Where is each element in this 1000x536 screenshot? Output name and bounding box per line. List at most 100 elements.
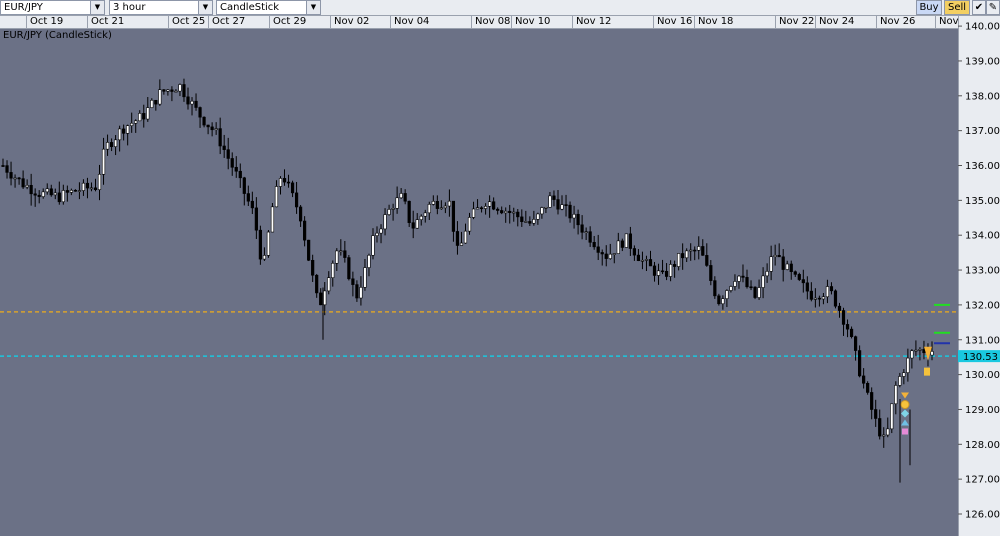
candle-body — [339, 250, 343, 253]
candle-body — [853, 336, 858, 351]
candle-body — [351, 278, 355, 285]
candle-body — [85, 182, 90, 189]
candle-body — [644, 259, 649, 261]
candle-body — [845, 324, 850, 330]
candle-body — [528, 221, 532, 224]
candle-body — [705, 255, 709, 266]
candle-body — [479, 207, 484, 210]
candle-body — [866, 382, 870, 393]
candle-body — [21, 178, 25, 188]
candle-body — [492, 201, 496, 210]
y-tick-label: 128.00 — [965, 440, 1000, 451]
candle-body — [508, 210, 512, 213]
candle-body — [890, 403, 894, 430]
candle-body — [146, 107, 150, 120]
candle-body — [431, 201, 435, 205]
candle-body — [53, 192, 57, 196]
candle-body — [600, 252, 604, 255]
candle-body — [363, 267, 367, 288]
candle-body — [524, 221, 528, 223]
candle-body — [307, 239, 311, 261]
candle-body — [769, 256, 773, 272]
candle-body — [331, 262, 335, 278]
candle-body — [689, 249, 693, 252]
y-tick-label: 126.00 — [965, 510, 1000, 521]
candle-body — [41, 191, 45, 197]
candle-body — [403, 193, 407, 202]
candle-body — [821, 296, 826, 300]
y-tick-label: 140.00 — [965, 22, 1000, 33]
candle-body — [668, 264, 673, 277]
candle-body — [765, 271, 769, 277]
candle-body — [166, 89, 170, 92]
candle-body — [777, 255, 781, 258]
candle-body — [250, 200, 254, 209]
candle-body — [443, 205, 447, 209]
candle-body — [862, 375, 866, 384]
candle-body — [323, 290, 327, 306]
candle-body — [556, 199, 560, 210]
candle-body — [878, 418, 882, 437]
candle-body — [97, 173, 102, 190]
candle-body — [681, 253, 685, 259]
candle-body — [5, 165, 9, 173]
candle-body — [93, 187, 98, 190]
candle-body — [906, 357, 910, 373]
candle-body — [435, 201, 439, 209]
circle-marker — [900, 400, 910, 410]
candle-body — [170, 89, 174, 92]
candle-body — [656, 270, 661, 276]
candle-body — [186, 96, 190, 105]
candle-body — [335, 250, 339, 264]
candle-body — [829, 286, 834, 292]
candle-body — [725, 290, 729, 299]
candle-body — [118, 128, 122, 141]
candle-body — [837, 305, 842, 311]
candle-body — [57, 192, 61, 203]
candle-body — [411, 222, 415, 229]
candle-body — [608, 253, 612, 259]
candle-body — [741, 275, 745, 278]
candle-body — [69, 189, 73, 193]
candle-body — [371, 235, 375, 256]
candle-body — [383, 214, 387, 230]
candle-body — [134, 120, 138, 124]
candle-body — [709, 265, 713, 281]
candle-body — [809, 290, 813, 300]
candle-body — [467, 217, 472, 232]
candle-body — [849, 328, 854, 337]
candle-body — [773, 255, 777, 258]
candle-body — [101, 148, 106, 175]
candle-body — [198, 107, 202, 118]
candle-body — [234, 166, 238, 172]
candle-body — [729, 286, 733, 291]
candle-body — [620, 240, 624, 248]
candle-body — [218, 128, 222, 147]
candle-body — [130, 122, 134, 126]
candle-body — [150, 99, 154, 108]
candle-body — [721, 298, 725, 305]
candle-body — [122, 128, 126, 134]
candle-body — [278, 178, 283, 187]
candle-body — [870, 392, 874, 410]
y-tick-label: 137.00 — [965, 126, 1000, 137]
candle-body — [439, 207, 443, 210]
candle-body — [419, 215, 423, 220]
candle-body — [805, 282, 809, 292]
candle-body — [697, 246, 701, 251]
candle-body — [475, 207, 480, 210]
candle-body — [391, 208, 395, 210]
candle-body — [13, 177, 17, 180]
candle-body — [858, 350, 862, 377]
candle-body — [902, 372, 906, 377]
candlestick-chart[interactable]: 126.00 127.00 128.00 129.00 130.00 131.00 132.… — [0, 0, 1000, 536]
candle-body — [910, 350, 914, 359]
candle-body — [114, 139, 118, 147]
candle-body — [701, 246, 705, 256]
candle-body — [355, 284, 359, 299]
candle-body — [882, 434, 886, 437]
candle-body — [833, 290, 838, 307]
candle-body — [922, 349, 926, 354]
candle-body — [612, 253, 616, 255]
down-triangle-marker — [901, 392, 909, 399]
